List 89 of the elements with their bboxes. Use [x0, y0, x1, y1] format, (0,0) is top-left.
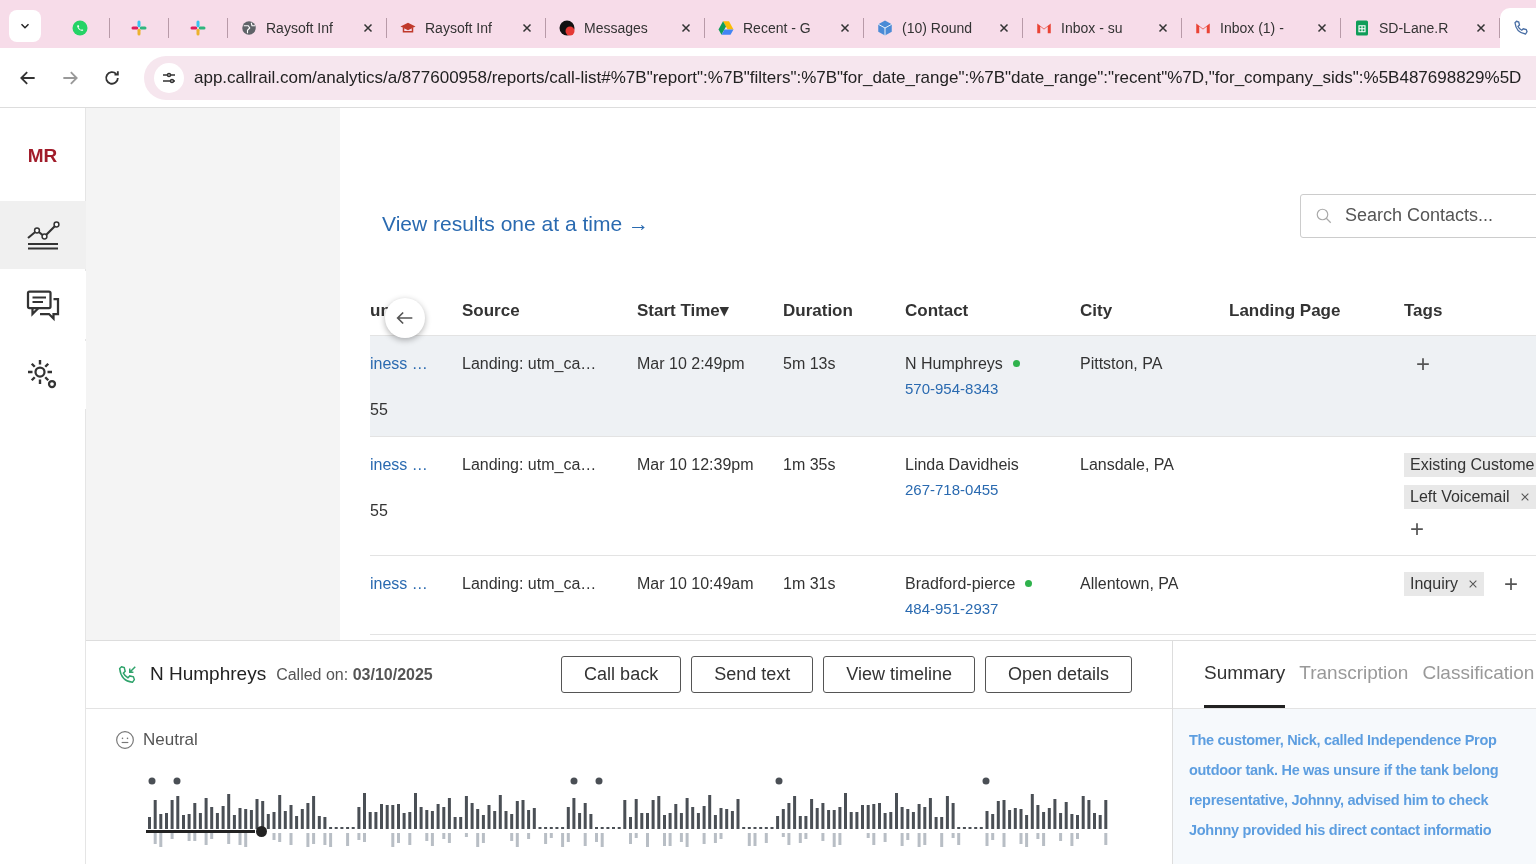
close-icon[interactable] [1157, 22, 1169, 34]
action-button[interactable]: Send text [691, 656, 814, 693]
column-header[interactable]: Source [462, 298, 637, 324]
table-cell-text: Pittston, PA [1080, 353, 1164, 374]
summary-text: The customer, Nick, called Independence Prop outdoor tank. He was unsure if the tank belong representative, Johnny, advised him to check Johnny provided his direct contact informatio [1189, 731, 1500, 840]
spreadsheet-icon [1353, 19, 1371, 37]
column-header[interactable]: City [1080, 298, 1229, 324]
add-tag-button[interactable]: + [1504, 571, 1519, 596]
search-field[interactable]: Search Contacts... [1300, 193, 1536, 238]
incoming-call-icon [116, 663, 138, 686]
table-link[interactable]: iness … [370, 452, 462, 477]
tag-label: Existing Custome [1410, 454, 1535, 475]
browser-tab[interactable]: (10) Round [864, 8, 1022, 48]
table-cell-text: Landing: utm_ca… [462, 454, 598, 475]
account-initials[interactable]: MR [27, 142, 58, 171]
column-header[interactable]: Duration [783, 298, 905, 324]
tab-title: Recent - G [743, 18, 812, 38]
table-link[interactable]: iness … [370, 351, 462, 376]
search-icon [1315, 206, 1333, 225]
column-header[interactable]: Start Time▾ [637, 298, 783, 324]
browser-tab[interactable]: Raysoft Inf [228, 8, 386, 48]
add-tag-button[interactable]: + [1410, 516, 1424, 541]
table-link[interactable]: iness … [370, 571, 462, 596]
tab-title: Messages [584, 18, 649, 38]
tag-label: Left Voicemail [1410, 486, 1510, 507]
contact-name: N Humphreys [905, 353, 1003, 374]
called-on-date: Called on: 03/10/2025 [276, 664, 433, 685]
browser-tab[interactable]: Recent - G [705, 8, 863, 48]
table-cell-text: Mar 10 2:49pm [637, 353, 746, 374]
tab-title: (10) Round [902, 18, 974, 38]
close-icon[interactable] [362, 22, 374, 34]
triangle-icon [717, 19, 735, 37]
tag-label: Inquiry [1410, 573, 1459, 594]
phone-icon [1512, 19, 1530, 37]
close-icon[interactable] [839, 22, 851, 34]
table-cell-text: 5m 13s [783, 353, 837, 374]
table-cell-text: Lansdale, PA [1080, 454, 1175, 475]
close-icon[interactable] [1475, 22, 1487, 34]
table-cell-text: Mar 10 12:39pm [637, 454, 755, 475]
browser-tab[interactable]: SD-Lane.R [1341, 8, 1499, 48]
close-icon[interactable] [1519, 491, 1530, 502]
close-icon[interactable] [1468, 578, 1479, 589]
table-cell-text: Allentown, PA [1080, 573, 1180, 594]
column-header[interactable]: Landing Page [1229, 298, 1404, 324]
add-tag-button[interactable]: + [1416, 351, 1430, 376]
tab-title: Raysoft Inf [266, 18, 334, 38]
browser-tab[interactable]: Inbox (1) - [1182, 8, 1340, 48]
action-button[interactable]: Open details [984, 656, 1132, 693]
close-icon[interactable] [680, 22, 692, 34]
url-text: app.callrail.com/analytics/a/877600958/reports/call-list#%7B"report":%7B"filters":%7B"for_date_range":%7B"date_range":"recent"%7D,"for_company_sids":%5B487698829%5D [194, 66, 1522, 89]
table-cell-text: 55 [370, 500, 389, 521]
phone-link[interactable]: 570-954-8343 [905, 377, 1080, 400]
contact-name: Bradford-pierce [905, 573, 1016, 594]
cube-icon [876, 19, 894, 37]
table-row[interactable]: iness … 55 Landing: utm_ca… Mar 10 2:49pm 5m 13s N Humphreys 570-954-8343 Pittston, PA + [370, 335, 1536, 437]
tab-title: Raysoft Inf [425, 18, 493, 38]
browser-tab[interactable]: Raysoft Inf [387, 8, 545, 48]
tab-title: Inbox (1) - [1220, 18, 1285, 38]
tab-title: SD-Lane.R [1379, 18, 1450, 38]
close-icon[interactable] [521, 22, 533, 34]
playback-handle[interactable] [256, 825, 268, 837]
table-cell-text: 55 [370, 399, 389, 420]
browser-tab[interactable]: Messages [546, 8, 704, 48]
column-header[interactable]: Contact [905, 298, 1080, 324]
caller-name: N Humphreys [150, 662, 267, 687]
phone-link[interactable]: 267-718-0455 [905, 478, 1080, 501]
column-header[interactable]: Tags [1404, 298, 1536, 324]
table-cell-text: Mar 10 10:49am [637, 573, 755, 594]
browser-tab[interactable]: Inbox - su [1023, 8, 1181, 48]
chat-bubble-icon [71, 19, 89, 37]
tab-title: Inbox - su [1061, 18, 1124, 38]
table-cell-text: Landing: utm_ca… [462, 353, 598, 374]
globe-icon [240, 19, 258, 37]
view-results-link[interactable]: View results one at a time → [382, 208, 649, 240]
table-cell-text: Landing: utm_ca… [462, 573, 598, 594]
close-icon[interactable] [998, 22, 1010, 34]
action-button[interactable]: View timeline [823, 656, 975, 693]
contact-name: Linda Davidheis [905, 454, 1019, 475]
neutral-face-icon [115, 729, 135, 750]
circle-icon [558, 19, 576, 37]
playback-progress[interactable] [146, 829, 256, 833]
action-button[interactable]: Call back [561, 656, 682, 693]
phone-link[interactable]: 484-951-2937 [905, 597, 1080, 620]
sidebar-nav-item[interactable] [0, 200, 86, 269]
sentiment-label: Neutral [143, 729, 198, 751]
table-cell-text: 1m 35s [783, 454, 837, 475]
table-cell-text: 1m 31s [783, 573, 837, 594]
close-icon[interactable] [1316, 22, 1328, 34]
address-bar[interactable]: app.callrail.com/analytics/a/877600958/reports/call-list#%7B"report":%7B"filters":%7B"for_date_range":%7B"date_range":"recent"%7D,"for_company_sids":%5B487698829%5D [144, 55, 1536, 100]
